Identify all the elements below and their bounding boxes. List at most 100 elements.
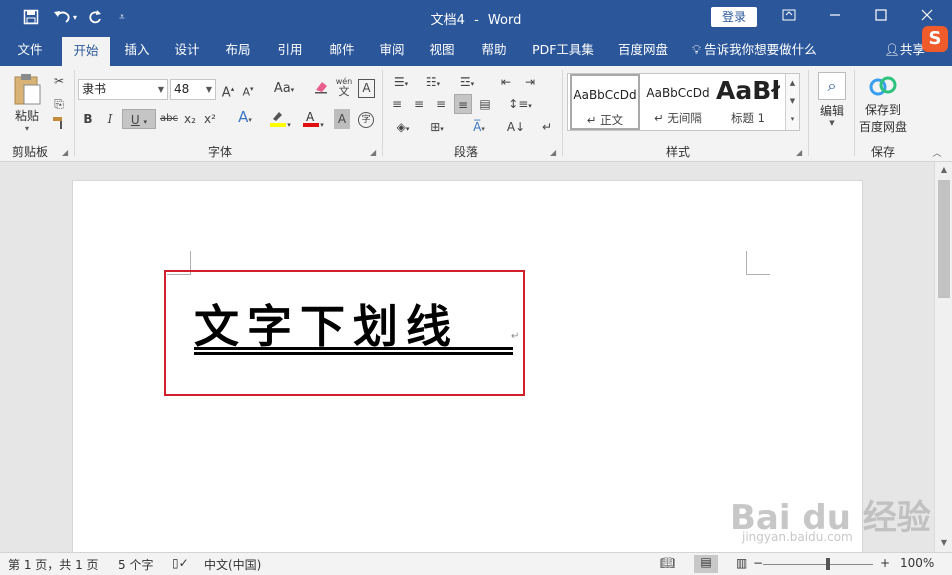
sort-icon[interactable]: A↓ <box>506 117 526 137</box>
align-center-icon[interactable]: ≡ <box>410 94 428 114</box>
paragraph-launcher-icon[interactable]: ◢ <box>550 148 556 157</box>
bullets-icon[interactable]: ☰▾ <box>388 72 414 92</box>
shrink-font-icon[interactable]: A▾ <box>240 79 256 99</box>
font-color-icon[interactable]: A ▾ <box>298 109 328 129</box>
share-button[interactable]: 👤︎共享 <box>884 34 925 66</box>
zoom-out-button[interactable]: − <box>753 556 763 570</box>
line-spacing-icon[interactable]: ↕≡▾ <box>506 94 534 114</box>
tell-me-search[interactable]: 💡︎ 告诉我你想要做什么 <box>692 34 817 66</box>
tab-file[interactable]: 文件 <box>8 34 52 66</box>
font-size-combo[interactable]: 48 ▼ <box>170 79 216 100</box>
minimize-icon[interactable] <box>820 6 850 28</box>
tab-view[interactable]: 视图 <box>420 34 464 66</box>
format-painter-icon[interactable] <box>50 116 68 136</box>
styles-launcher-icon[interactable]: ◢ <box>796 148 802 157</box>
tab-help[interactable]: 帮助 <box>472 34 516 66</box>
sogou-ime-icon[interactable]: S <box>922 26 948 52</box>
multilevel-list-icon[interactable]: ☲▾ <box>452 72 482 92</box>
tab-insert[interactable]: 插入 <box>116 34 158 66</box>
text-effects-icon[interactable]: A▾ <box>232 107 258 127</box>
close-icon[interactable] <box>912 6 942 28</box>
phonetic-guide-icon[interactable]: wén 文 <box>334 77 354 101</box>
word-count[interactable]: 5 个字 <box>118 556 153 573</box>
editing-button[interactable]: ⌕ 编辑 ▼ <box>814 72 850 140</box>
tab-home[interactable]: 开始 <box>62 37 110 66</box>
bold-button[interactable]: B <box>80 109 96 129</box>
login-button[interactable]: 登录 <box>711 7 757 27</box>
vertical-scrollbar[interactable]: ▲ ▼ <box>934 162 952 552</box>
more-styles-icon[interactable]: ▾ <box>786 110 799 128</box>
distributed-icon[interactable]: ▤ <box>476 94 494 114</box>
tab-pdf-tools[interactable]: PDF工具集 <box>528 34 598 66</box>
increase-indent-icon[interactable]: ⇥ <box>520 72 540 92</box>
collapse-ribbon-icon[interactable]: ︿ <box>930 146 944 159</box>
highlight-color-icon[interactable]: ▾ <box>264 109 296 129</box>
page-count[interactable]: 第 1 页，共 1 页 <box>8 556 99 573</box>
grow-font-icon[interactable]: A▴ <box>220 79 236 100</box>
chinese-layout-icon[interactable]: A̅▾ <box>464 117 494 137</box>
decrease-indent-icon[interactable]: ⇤ <box>496 72 516 92</box>
tab-baidu-netdisk[interactable]: 百度网盘 <box>612 34 674 66</box>
character-border-icon[interactable]: A <box>358 79 375 98</box>
scroll-up-icon[interactable]: ▲ <box>935 165 952 174</box>
tab-layout[interactable]: 布局 <box>216 34 260 66</box>
maximize-icon[interactable] <box>866 6 896 28</box>
clipboard-launcher-icon[interactable]: ◢ <box>62 148 68 157</box>
strikethrough-button[interactable]: abc <box>158 109 180 129</box>
zoom-slider-thumb[interactable] <box>826 558 830 570</box>
group-divider <box>382 70 383 156</box>
print-layout-icon[interactable]: ▤ <box>694 555 718 573</box>
change-case-icon[interactable]: Aa▾ <box>270 79 298 99</box>
style-normal[interactable]: AaBbCcDd ↵ 正文 <box>570 74 640 130</box>
tab-mailings[interactable]: 邮件 <box>320 34 364 66</box>
double-underline-bottom <box>194 352 513 355</box>
read-mode-icon[interactable]: 📖︎ <box>660 556 675 570</box>
subscript-button[interactable]: x₂ <box>182 109 198 129</box>
style-heading-1[interactable]: AaBł 标题 1 <box>716 74 780 130</box>
document-text[interactable]: 文字下划线 <box>194 290 459 355</box>
chevron-down-icon: ▼ <box>829 119 835 127</box>
tab-review[interactable]: 审阅 <box>370 34 414 66</box>
superscript-button[interactable]: x² <box>202 109 218 129</box>
proofing-icon[interactable]: ▯✓ <box>172 556 189 570</box>
copy-icon[interactable]: ⎘ <box>50 94 68 114</box>
scroll-down-icon[interactable]: ▼ <box>935 538 952 547</box>
tell-me-text: 告诉我你想要做什么 <box>704 42 817 57</box>
title-separator: - <box>474 13 479 28</box>
character-shading-icon[interactable]: A <box>334 109 350 129</box>
borders-icon[interactable]: ⊞▾ <box>422 117 452 137</box>
italic-button[interactable]: I <box>102 109 118 129</box>
web-layout-icon[interactable]: ▥ <box>736 556 747 570</box>
save-to-baidu-button[interactable]: 保存到 百度网盘 <box>856 74 910 140</box>
numbering-icon[interactable]: ☷▾ <box>420 72 446 92</box>
chevron-up-icon[interactable]: ▲ <box>786 74 799 92</box>
zoom-level[interactable]: 100% <box>900 556 934 570</box>
style-name: 标题 1 <box>731 111 765 125</box>
justify-icon[interactable]: ≡ <box>454 94 472 114</box>
font-launcher-icon[interactable]: ◢ <box>370 148 376 157</box>
tab-references[interactable]: 引用 <box>268 34 312 66</box>
show-marks-icon[interactable]: ↵ <box>538 117 556 137</box>
clear-formatting-icon[interactable] <box>312 79 330 99</box>
zoom-in-button[interactable]: + <box>880 556 890 570</box>
language-indicator[interactable]: 中文(中国) <box>204 556 261 573</box>
underline-button[interactable]: U ▾ <box>122 109 156 129</box>
tab-design[interactable]: 设计 <box>166 34 208 66</box>
enclose-characters-icon[interactable]: 字 <box>356 108 376 128</box>
ribbon-display-options-icon[interactable] <box>774 6 804 28</box>
style-no-spacing[interactable]: AaBbCcDd ↵ 无间隔 <box>642 74 714 130</box>
shading-icon[interactable]: ◈▾ <box>388 117 418 137</box>
style-name: ↵ 正文 <box>586 113 624 127</box>
style-name-text: 正文 <box>600 113 624 127</box>
pinyin-char-glyph: 文 <box>338 85 350 98</box>
chevron-down-icon[interactable]: ▼ <box>786 92 799 110</box>
styles-scroll[interactable]: ▲ ▼ ▾ <box>785 74 799 130</box>
align-right-icon[interactable]: ≡ <box>432 94 450 114</box>
cut-icon[interactable]: ✂ <box>50 71 68 91</box>
scroll-thumb[interactable] <box>938 180 950 298</box>
paste-button[interactable]: 粘贴 ▾ <box>8 72 46 138</box>
ribbon-tabs: 文件 开始 插入 设计 布局 引用 邮件 审阅 视图 帮助 PDF工具集 百度网… <box>0 34 952 66</box>
align-left-icon[interactable]: ≡ <box>388 94 406 114</box>
font-name-combo[interactable]: 隶书 ▼ <box>78 79 168 100</box>
zoom-slider[interactable] <box>763 564 873 565</box>
